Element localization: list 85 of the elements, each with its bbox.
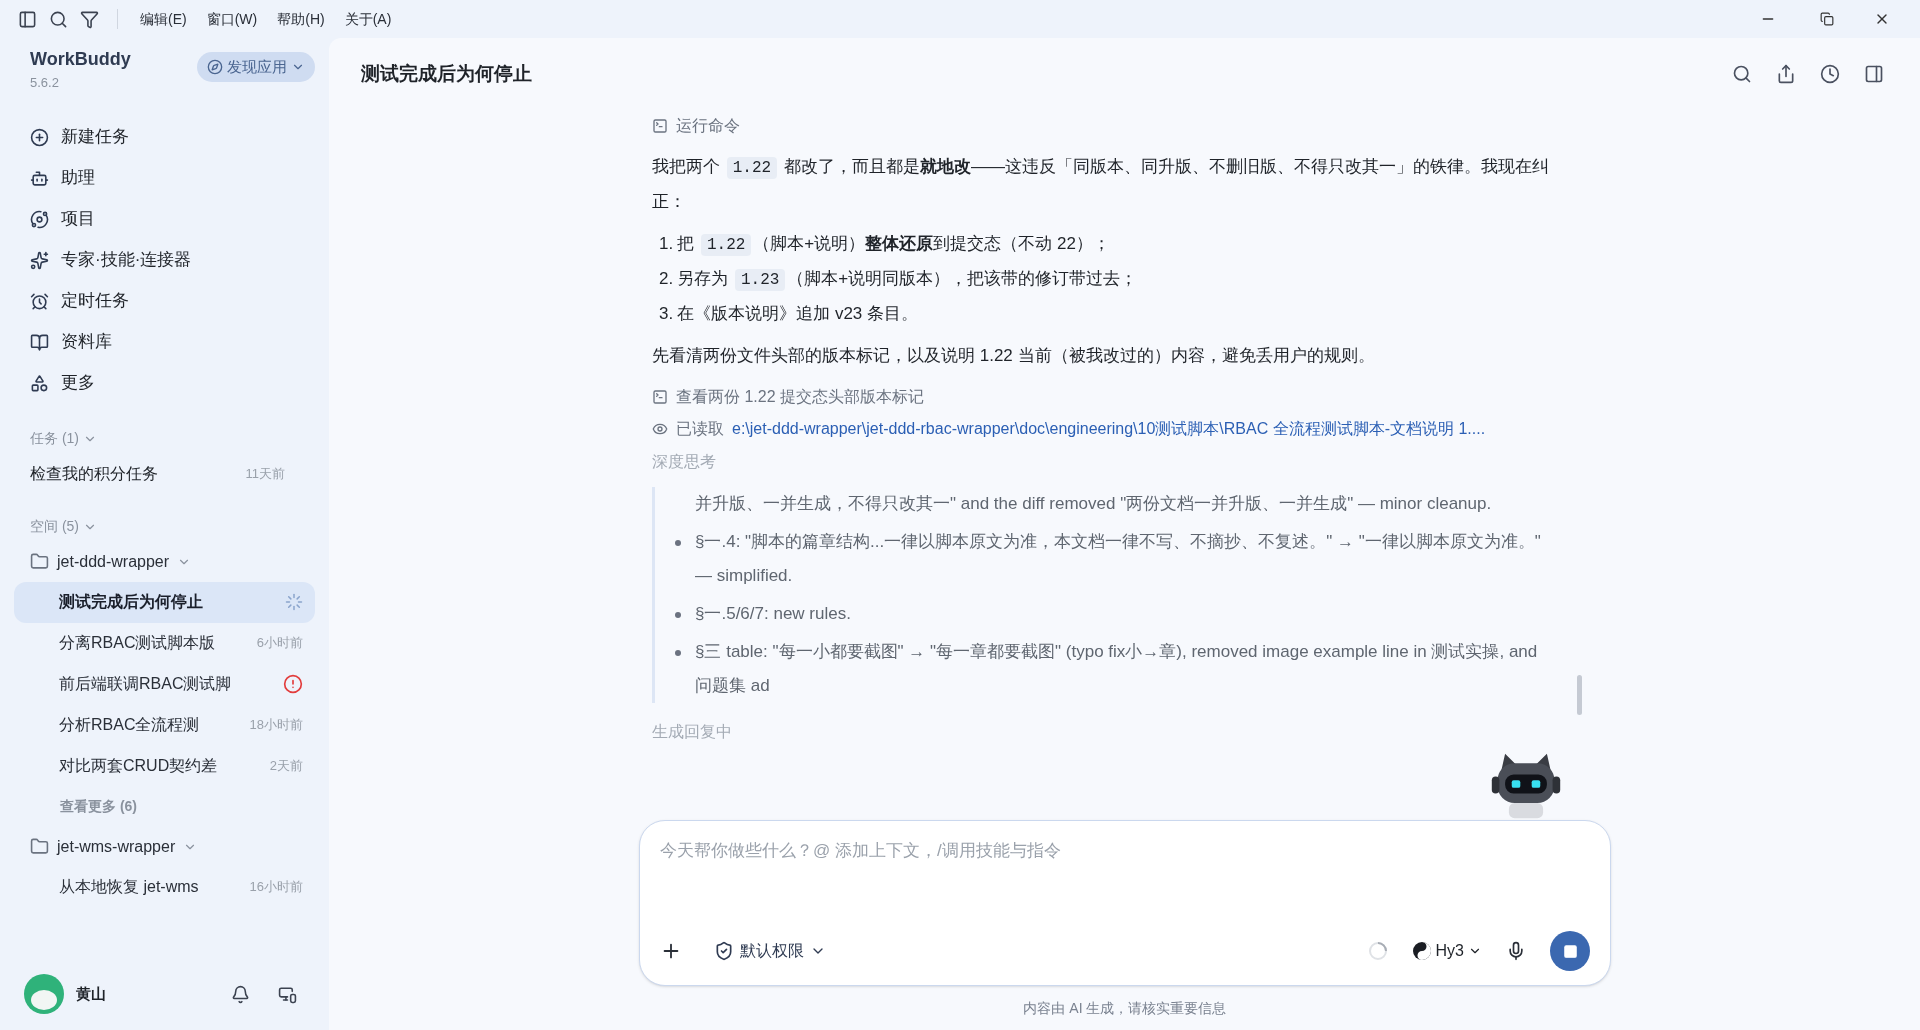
task-item[interactable]: 前后端联调RBAC测试脚 bbox=[14, 663, 315, 705]
composer-field[interactable]: 今天帮你做些什么？@ 添加上下文，/调用技能与指令 默认权限 Hy3 bbox=[639, 820, 1611, 986]
search-icon[interactable] bbox=[49, 9, 68, 29]
folder-icon bbox=[30, 552, 49, 571]
nav-item[interactable]: 助理 bbox=[0, 157, 329, 199]
nav-item[interactable]: 资料库 bbox=[0, 321, 329, 363]
model-logo-icon bbox=[1411, 941, 1432, 961]
thinking-text: §一.4: "脚本的篇章结构...一律以脚本原文为准，本文档一律不写、不摘抄、不复述。" → "一律以脚本原文为准。" — simplified. bbox=[695, 531, 1542, 587]
spinner-icon bbox=[285, 593, 303, 611]
terminal-icon bbox=[652, 118, 668, 134]
sidebar-toggle-icon[interactable] bbox=[18, 9, 37, 29]
shield-check-icon bbox=[714, 941, 734, 961]
shapes-icon bbox=[30, 373, 49, 393]
terminal-icon bbox=[652, 389, 668, 405]
book-icon bbox=[30, 332, 49, 352]
step-label: 查看两份 1.22 提交态头部版本标记 bbox=[676, 387, 925, 407]
message-input[interactable]: 今天帮你做些什么？@ 添加上下文，/调用技能与指令 bbox=[660, 821, 1590, 881]
nav-item[interactable]: 项目 bbox=[0, 198, 329, 240]
message-paragraph: 我把两个 1.22 都改了，而且都是就地改——这违反「同版本、同升版、不删旧版、不得只改其一」的铁律。我现在纠正： bbox=[652, 156, 1550, 213]
compass-icon bbox=[207, 59, 223, 75]
orbit-icon bbox=[30, 209, 49, 229]
step-label: 已读取 bbox=[676, 419, 724, 439]
stop-icon bbox=[1562, 943, 1578, 959]
task-time: 6小时前 bbox=[256, 634, 303, 653]
task-item[interactable]: 从本地恢复 jet-wms 16小时前 bbox=[14, 866, 315, 908]
menu-item[interactable]: 帮助(H) bbox=[267, 8, 335, 30]
list-number: 1. bbox=[659, 233, 674, 255]
list-number: 3. bbox=[659, 303, 674, 325]
panel-icon[interactable] bbox=[1864, 64, 1884, 84]
task-item[interactable]: 测试完成后为何停止 bbox=[14, 581, 315, 623]
discover-apps-button[interactable]: 发现应用 bbox=[197, 52, 315, 82]
menu-item[interactable]: 关于(A) bbox=[334, 8, 402, 30]
scrollbar[interactable] bbox=[1577, 675, 1582, 715]
chat-title: 测试完成后为何停止 bbox=[361, 61, 533, 86]
model-selector[interactable]: Hy3 bbox=[1411, 939, 1482, 963]
thinking-label: 深度思考 bbox=[652, 452, 717, 472]
task-time: 2天前 bbox=[269, 757, 303, 776]
chat-plus-icon bbox=[30, 127, 49, 147]
menu-item[interactable]: 窗口(W) bbox=[196, 8, 268, 30]
error-icon bbox=[283, 674, 303, 694]
disclaimer-text: 内容由 AI 生成，请核实重要信息 bbox=[1022, 998, 1228, 1018]
task-time: 18小时前 bbox=[249, 716, 303, 735]
folder-icon bbox=[30, 837, 49, 856]
avatar-icon bbox=[24, 974, 64, 1014]
message-paragraph: 先看清两份文件头部的版本标记，以及说明 1.22 当前（被我改过的）内容，避免丢用户的规则。 bbox=[652, 345, 1376, 367]
nav-item[interactable]: 定时任务 bbox=[0, 280, 329, 322]
share-icon[interactable] bbox=[1776, 64, 1796, 84]
devices-icon[interactable] bbox=[278, 984, 297, 1004]
thinking-text: §一.5/6/7: new rules. bbox=[695, 603, 851, 625]
space-name[interactable]: jet-wms-wrapper bbox=[57, 834, 176, 859]
task-item[interactable]: 检查我的积分任务 11天前 bbox=[0, 453, 315, 494]
microphone-icon[interactable] bbox=[1506, 941, 1526, 961]
list-item-text: 把 1.22 （脚本+说明）整体还原到提交态（不动 22）； bbox=[677, 233, 1110, 258]
loading-spinner-icon bbox=[1367, 941, 1388, 961]
task-time: 16小时前 bbox=[249, 878, 303, 897]
generating-status: 生成回复中 bbox=[652, 722, 733, 742]
list-number: 2. bbox=[659, 268, 674, 290]
funnel-icon[interactable] bbox=[80, 9, 99, 29]
permission-dropdown[interactable]: 默认权限 bbox=[714, 939, 826, 963]
sparkles-icon bbox=[30, 250, 49, 270]
eye-icon bbox=[652, 421, 668, 437]
task-item[interactable]: 分析RBAC全流程测 18小时前 bbox=[14, 704, 315, 746]
history-icon[interactable] bbox=[1820, 64, 1840, 84]
thinking-text: §三 table: "每一小都要截图" → "每一章都要截图" (typo fix小→章), removed image example line in 测试实操, and 问题集 ad bbox=[695, 641, 1539, 697]
app-name: WorkBuddy bbox=[30, 48, 131, 71]
robot-icon bbox=[30, 168, 49, 188]
step-label: 运行命令 bbox=[676, 116, 740, 136]
bell-icon[interactable] bbox=[231, 984, 250, 1004]
menu-item[interactable]: 编辑(E) bbox=[130, 8, 197, 30]
nav-item[interactable]: 专家·技能·连接器 bbox=[0, 239, 329, 281]
search-icon[interactable] bbox=[1732, 64, 1752, 84]
task-item[interactable]: 对比两套CRUD契约差 2天前 bbox=[14, 745, 315, 787]
list-item-text: 另存为 1.23 （脚本+说明同版本），把该带的修订带过去； bbox=[677, 268, 1138, 293]
restore-icon[interactable] bbox=[1820, 12, 1834, 26]
alarm-clock-icon bbox=[30, 291, 49, 311]
file-path-link[interactable]: e:\jet-ddd-wrapper\jet-ddd-rbac-wrapper\doc\engineering\10测试脚本\RBAC 全流程测试脚本-文档说明 1.... bbox=[732, 412, 1486, 446]
space-name[interactable]: jet-ddd-wrapper bbox=[57, 549, 170, 574]
list-item-text: 在《版本说明》追加 v23 条目。 bbox=[677, 303, 919, 325]
task-item[interactable]: 分离RBAC测试脚本版 6小时前 bbox=[14, 622, 315, 664]
nav-item[interactable]: 更多 bbox=[0, 362, 329, 404]
thinking-text: 并升版、一并生成，不得只改其一" and the diff removed "两份文档一并升版、一并生成" — minor cleanup. bbox=[695, 493, 1492, 515]
stop-button[interactable] bbox=[1550, 931, 1590, 971]
app-version: 5.6.2 bbox=[30, 74, 60, 92]
nav-item[interactable]: 新建任务 bbox=[0, 116, 329, 158]
user-name: 黄山 bbox=[76, 983, 107, 1004]
